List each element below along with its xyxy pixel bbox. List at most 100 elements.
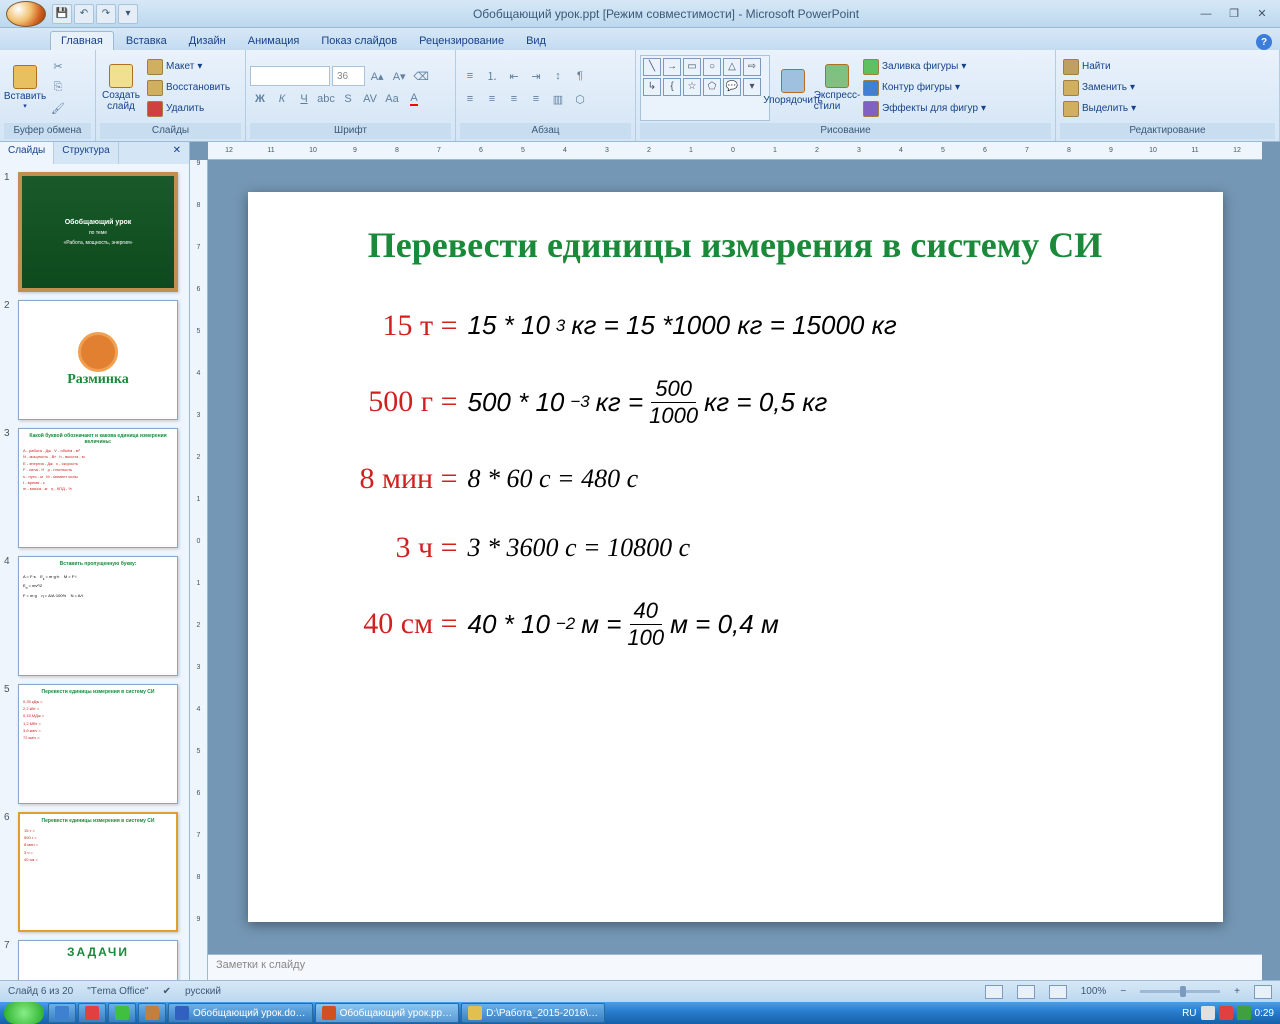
reset-button[interactable]: Восстановить <box>144 78 233 98</box>
quicklaunch-2[interactable] <box>78 1003 106 1023</box>
smartart-icon[interactable]: ⬡ <box>570 89 590 109</box>
tab-animation[interactable]: Анимация <box>238 32 310 50</box>
shape-more-icon[interactable]: ▾ <box>743 78 761 96</box>
tab-insert[interactable]: Вставка <box>116 32 177 50</box>
strike-icon[interactable]: abc <box>316 89 336 109</box>
grow-font-icon[interactable]: A▴ <box>367 66 387 86</box>
zoom-out-icon[interactable]: − <box>1120 986 1126 997</box>
tab-design[interactable]: Дизайн <box>179 32 236 50</box>
tray-volume-icon[interactable] <box>1219 1006 1233 1020</box>
taskbar-item-1[interactable]: Обобщающий урок.do… <box>168 1003 313 1023</box>
slide-canvas[interactable]: Перевести единицы измерения в систему СИ… <box>248 192 1223 922</box>
help-icon[interactable]: ? <box>1256 34 1272 50</box>
spacing-icon[interactable]: AV <box>360 89 380 109</box>
qat-save-icon[interactable]: 💾 <box>52 4 72 24</box>
sidetab-slides[interactable]: Слайды <box>0 142 54 164</box>
cut-icon[interactable]: ✂ <box>48 57 68 77</box>
view-sorter-icon[interactable] <box>1017 985 1035 999</box>
taskbar-item-2[interactable]: Обобщающий урок.pp… <box>315 1003 460 1023</box>
format-painter-icon[interactable]: 🖌 <box>48 99 68 119</box>
find-button[interactable]: Найти <box>1060 57 1139 77</box>
tray-clock[interactable]: 0:29 <box>1255 1008 1274 1019</box>
thumbnail-2[interactable]: Разминка <box>18 300 178 420</box>
paste-button[interactable]: Вставить▾ <box>4 53 46 123</box>
start-button[interactable] <box>4 1002 44 1024</box>
view-slideshow-icon[interactable] <box>1049 985 1067 999</box>
fit-to-window-icon[interactable] <box>1254 985 1272 999</box>
underline-icon[interactable]: Ч <box>294 89 314 109</box>
font-family-combo[interactable] <box>250 66 330 86</box>
thumbnail-6[interactable]: Перевести единицы измерения в систему СИ… <box>18 812 178 932</box>
qat-redo-icon[interactable]: ↷ <box>96 4 116 24</box>
thumbnail-4[interactable]: Вставить пропущенную букву: A = F·s Eк =… <box>18 556 178 676</box>
qat-undo-icon[interactable]: ↶ <box>74 4 94 24</box>
spellcheck-icon[interactable]: ✔ <box>163 986 171 997</box>
bold-icon[interactable]: Ж <box>250 89 270 109</box>
shape-oval-icon[interactable]: ○ <box>703 58 721 76</box>
columns-icon[interactable]: ▥ <box>548 89 568 109</box>
sidetab-outline[interactable]: Структура <box>54 142 118 164</box>
quicklaunch-1[interactable] <box>48 1003 76 1023</box>
tray-icon-1[interactable] <box>1201 1006 1215 1020</box>
thumbnail-7[interactable]: ЗАДАЧИ <box>18 940 178 980</box>
taskbar-item-3[interactable]: D:\Работа_2015-2016\… <box>461 1003 605 1023</box>
copy-icon[interactable]: ⎘ <box>48 78 68 98</box>
shape-brace-icon[interactable]: { <box>663 78 681 96</box>
shape-conn-icon[interactable]: ↳ <box>643 78 661 96</box>
arrange-button[interactable]: Упорядочить <box>772 53 814 123</box>
minimize-button[interactable]: — <box>1194 6 1218 22</box>
shrink-font-icon[interactable]: A▾ <box>389 66 409 86</box>
numbering-icon[interactable]: ⒈ <box>482 66 502 86</box>
shape-fill-button[interactable]: Заливка фигуры ▾ <box>860 57 989 77</box>
view-normal-icon[interactable] <box>985 985 1003 999</box>
thumbnail-1[interactable]: Обобщающий урок по теме «Работа, мощност… <box>18 172 178 292</box>
indent-icon[interactable]: ⇥ <box>526 66 546 86</box>
notes-pane[interactable]: Заметки к слайду <box>208 954 1262 980</box>
bullets-icon[interactable]: ≡ <box>460 66 480 86</box>
font-size-combo[interactable]: 36 <box>332 66 365 86</box>
clear-format-icon[interactable]: ⌫ <box>411 66 431 86</box>
textdir-icon[interactable]: ¶ <box>570 66 590 86</box>
shape-star-icon[interactable]: ☆ <box>683 78 701 96</box>
dedent-icon[interactable]: ⇤ <box>504 66 524 86</box>
close-button[interactable]: ✕ <box>1250 6 1274 22</box>
case-icon[interactable]: Aa <box>382 89 402 109</box>
linespacing-icon[interactable]: ↕ <box>548 66 568 86</box>
thumbnails-list[interactable]: 1 Обобщающий урок по теме «Работа, мощно… <box>0 164 189 980</box>
select-button[interactable]: Выделить ▾ <box>1060 99 1139 119</box>
shape-effects-button[interactable]: Эффекты для фигур ▾ <box>860 99 989 119</box>
status-language[interactable]: русский <box>185 986 221 997</box>
shape-rect-icon[interactable]: ▭ <box>683 58 701 76</box>
thumbnail-5[interactable]: Перевести единицы измерения в систему СИ… <box>18 684 178 804</box>
tab-slideshow[interactable]: Показ слайдов <box>311 32 407 50</box>
shadow-icon[interactable]: S <box>338 89 358 109</box>
shape-arrow-icon[interactable]: → <box>663 58 681 76</box>
tab-review[interactable]: Рецензирование <box>409 32 514 50</box>
sidepanel-close-icon[interactable]: ✕ <box>165 142 189 164</box>
maximize-button[interactable]: ❐ <box>1222 6 1246 22</box>
font-color-icon[interactable]: A <box>404 89 424 109</box>
shape-poly-icon[interactable]: ⬠ <box>703 78 721 96</box>
align-center-icon[interactable]: ≡ <box>482 89 502 109</box>
replace-button[interactable]: Заменить ▾ <box>1060 78 1139 98</box>
shape-outline-button[interactable]: Контур фигуры ▾ <box>860 78 989 98</box>
quick-styles-button[interactable]: Экспресс-стили <box>816 53 858 123</box>
layout-button[interactable]: Макет ▾ <box>144 57 233 77</box>
shape-callout-icon[interactable]: 💬 <box>723 78 741 96</box>
qat-more-icon[interactable]: ▾ <box>118 4 138 24</box>
new-slide-button[interactable]: Создать слайд <box>100 53 142 123</box>
quicklaunch-4[interactable] <box>138 1003 166 1023</box>
delete-button[interactable]: Удалить <box>144 99 233 119</box>
tray-lang[interactable]: RU <box>1182 1008 1196 1019</box>
tray-network-icon[interactable] <box>1237 1006 1251 1020</box>
zoom-slider[interactable] <box>1140 990 1220 993</box>
thumbnail-3[interactable]: Какой буквой обозначают и какова единица… <box>18 428 178 548</box>
tab-view[interactable]: Вид <box>516 32 556 50</box>
quicklaunch-3[interactable] <box>108 1003 136 1023</box>
align-left-icon[interactable]: ≡ <box>460 89 480 109</box>
shape-arrow2-icon[interactable]: ⇨ <box>743 58 761 76</box>
shape-line-icon[interactable]: ╲ <box>643 58 661 76</box>
justify-icon[interactable]: ≡ <box>526 89 546 109</box>
zoom-level[interactable]: 100% <box>1081 986 1107 997</box>
zoom-in-icon[interactable]: + <box>1234 986 1240 997</box>
